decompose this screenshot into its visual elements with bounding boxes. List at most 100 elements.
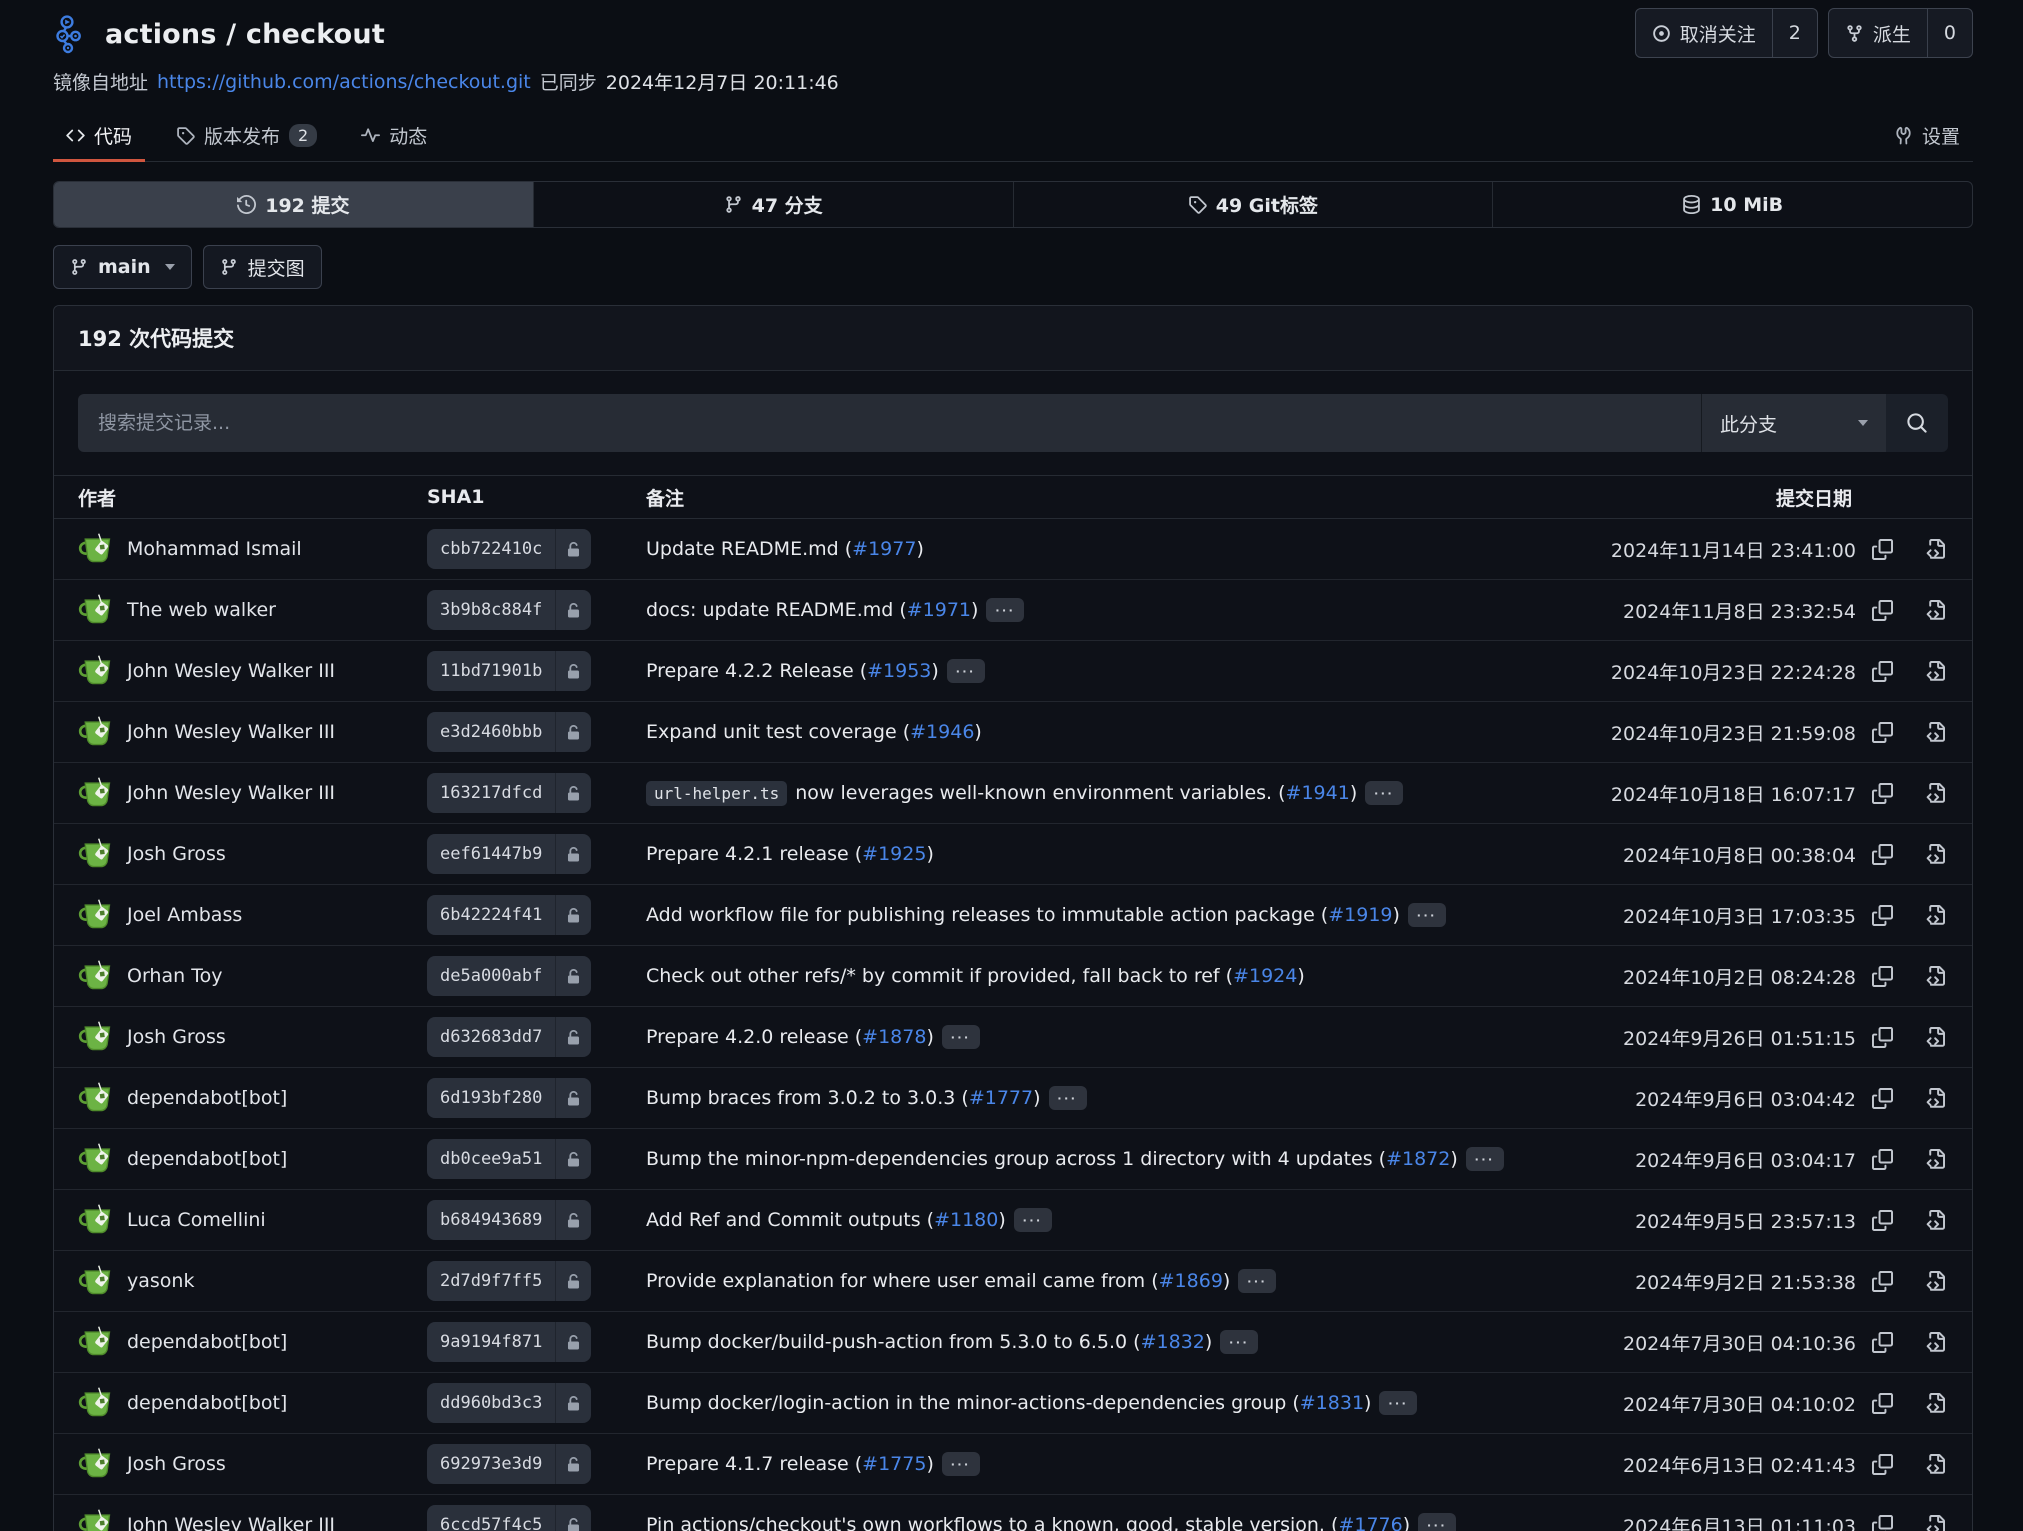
unwatch-button[interactable]: 取消关注 2 <box>1635 8 1818 58</box>
browse-source-button[interactable] <box>1908 844 1960 865</box>
commit-author[interactable]: dependabot[bot] <box>127 1148 287 1170</box>
commit-message-text[interactable]: Provide explanation for where user email… <box>646 1270 1230 1292</box>
issue-link[interactable]: #1924 <box>1233 965 1297 987</box>
search-submit-button[interactable] <box>1886 394 1948 452</box>
expand-commit-message-button[interactable]: ··· <box>1379 1391 1417 1415</box>
copy-sha-button[interactable] <box>1856 600 1908 621</box>
copy-sha-button[interactable] <box>1856 844 1908 865</box>
browse-source-button[interactable] <box>1908 539 1960 560</box>
commit-sha-badge[interactable]: 6ccd57f4c5 <box>427 1505 591 1531</box>
browse-source-button[interactable] <box>1908 1332 1960 1353</box>
issue-link[interactable]: #1872 <box>1386 1148 1450 1170</box>
expand-commit-message-button[interactable]: ··· <box>1014 1208 1052 1232</box>
fork-button[interactable]: 派生 0 <box>1828 8 1973 58</box>
copy-sha-button[interactable] <box>1856 539 1908 560</box>
commit-sha-badge[interactable]: 692973e3d9 <box>427 1444 591 1484</box>
branch-filter-select[interactable]: 此分支 <box>1701 394 1886 452</box>
commit-message-text[interactable]: Bump braces from 3.0.2 to 3.0.3 (#1777) <box>646 1087 1041 1109</box>
commit-graph-button[interactable]: 提交图 <box>203 245 322 289</box>
issue-link[interactable]: #1775 <box>862 1453 926 1475</box>
copy-sha-button[interactable] <box>1856 661 1908 682</box>
issue-link[interactable]: #1777 <box>969 1087 1033 1109</box>
commit-sha-badge[interactable]: 3b9b8c884f <box>427 590 591 630</box>
commit-sha-badge[interactable]: 2d7d9f7ff5 <box>427 1261 591 1301</box>
expand-commit-message-button[interactable]: ··· <box>1408 903 1446 927</box>
expand-commit-message-button[interactable]: ··· <box>942 1025 980 1049</box>
commit-message-text[interactable]: Prepare 4.2.1 release (#1925) <box>646 843 934 865</box>
commit-sha-badge[interactable]: eef61447b9 <box>427 834 591 874</box>
browse-source-button[interactable] <box>1908 1210 1960 1231</box>
commit-author[interactable]: dependabot[bot] <box>127 1331 287 1353</box>
issue-link[interactable]: #1941 <box>1286 782 1350 804</box>
issue-link[interactable]: #1946 <box>910 721 974 743</box>
stat-size[interactable]: 10 MiB <box>1493 182 1972 227</box>
stat-commits[interactable]: 192 提交 <box>54 182 534 227</box>
commit-sha-badge[interactable]: 11bd71901b <box>427 651 591 691</box>
copy-sha-button[interactable] <box>1856 1149 1908 1170</box>
browse-source-button[interactable] <box>1908 783 1960 804</box>
issue-link[interactable]: #1925 <box>862 843 926 865</box>
expand-commit-message-button[interactable]: ··· <box>1238 1269 1276 1293</box>
commit-sha-badge[interactable]: 6b42224f41 <box>427 895 591 935</box>
commit-author[interactable]: Joel Ambass <box>127 904 242 926</box>
tab-activity[interactable]: 动态 <box>348 109 440 161</box>
copy-sha-button[interactable] <box>1856 1454 1908 1475</box>
commit-author[interactable]: dependabot[bot] <box>127 1392 287 1414</box>
commit-sha-badge[interactable]: b684943689 <box>427 1200 591 1240</box>
browse-source-button[interactable] <box>1908 1088 1960 1109</box>
commit-author[interactable]: yasonk <box>127 1270 194 1292</box>
browse-source-button[interactable] <box>1908 1515 1960 1531</box>
commit-message-text[interactable]: docs: update README.md (#1971) <box>646 599 978 621</box>
issue-link[interactable]: #1180 <box>934 1209 998 1231</box>
copy-sha-button[interactable] <box>1856 1271 1908 1292</box>
issue-link[interactable]: #1878 <box>862 1026 926 1048</box>
commit-sha-badge[interactable]: db0cee9a51 <box>427 1139 591 1179</box>
commit-message-text[interactable]: Add Ref and Commit outputs (#1180) <box>646 1209 1006 1231</box>
copy-sha-button[interactable] <box>1856 1027 1908 1048</box>
commit-sha-badge[interactable]: dd960bd3c3 <box>427 1383 591 1423</box>
browse-source-button[interactable] <box>1908 1271 1960 1292</box>
commit-sha-badge[interactable]: 6d193bf280 <box>427 1078 591 1118</box>
commit-author[interactable]: Josh Gross <box>127 843 226 865</box>
commit-message-text[interactable]: Prepare 4.2.0 release (#1878) <box>646 1026 934 1048</box>
copy-sha-button[interactable] <box>1856 1332 1908 1353</box>
issue-link[interactable]: #1977 <box>852 538 916 560</box>
commit-message-text[interactable]: Bump docker/build-push-action from 5.3.0… <box>646 1331 1212 1353</box>
commit-sha-badge[interactable]: de5a000abf <box>427 956 591 996</box>
browse-source-button[interactable] <box>1908 1454 1960 1475</box>
commit-message-text[interactable]: Bump docker/login-action in the minor-ac… <box>646 1392 1371 1414</box>
commit-search-input[interactable] <box>78 394 1701 452</box>
commit-message-text[interactable]: Check out other refs/* by commit if prov… <box>646 965 1305 987</box>
issue-link[interactable]: #1869 <box>1159 1270 1223 1292</box>
expand-commit-message-button[interactable]: ··· <box>986 598 1024 622</box>
commit-author[interactable]: dependabot[bot] <box>127 1087 287 1109</box>
browse-source-button[interactable] <box>1908 1393 1960 1414</box>
copy-sha-button[interactable] <box>1856 1515 1908 1531</box>
expand-commit-message-button[interactable]: ··· <box>942 1452 980 1476</box>
commit-sha-badge[interactable]: 163217dfcd <box>427 773 591 813</box>
copy-sha-button[interactable] <box>1856 905 1908 926</box>
forks-count[interactable]: 0 <box>1927 9 1972 57</box>
commit-author[interactable]: John Wesley Walker III <box>127 660 335 682</box>
commit-message-text[interactable]: now leverages well-known environment var… <box>795 782 1357 804</box>
issue-link[interactable]: #1831 <box>1300 1392 1364 1414</box>
copy-sha-button[interactable] <box>1856 966 1908 987</box>
browse-source-button[interactable] <box>1908 1027 1960 1048</box>
commit-author[interactable]: John Wesley Walker III <box>127 721 335 743</box>
commit-sha-badge[interactable]: e3d2460bbb <box>427 712 591 752</box>
expand-commit-message-button[interactable]: ··· <box>1466 1147 1504 1171</box>
issue-link[interactable]: #1776 <box>1338 1514 1402 1531</box>
browse-source-button[interactable] <box>1908 722 1960 743</box>
mirror-url-link[interactable]: https://github.com/actions/checkout.git <box>157 71 531 93</box>
commit-author[interactable]: Josh Gross <box>127 1026 226 1048</box>
commit-author[interactable]: Mohammad Ismail <box>127 538 302 560</box>
commit-message-text[interactable]: Add workflow file for publishing release… <box>646 904 1400 926</box>
tab-code[interactable]: 代码 <box>53 109 145 161</box>
expand-commit-message-button[interactable]: ··· <box>1418 1513 1456 1531</box>
expand-commit-message-button[interactable]: ··· <box>1220 1330 1258 1354</box>
commit-author[interactable]: John Wesley Walker III <box>127 782 335 804</box>
browse-source-button[interactable] <box>1908 600 1960 621</box>
browse-source-button[interactable] <box>1908 905 1960 926</box>
commit-sha-badge[interactable]: d632683dd7 <box>427 1017 591 1057</box>
copy-sha-button[interactable] <box>1856 1210 1908 1231</box>
